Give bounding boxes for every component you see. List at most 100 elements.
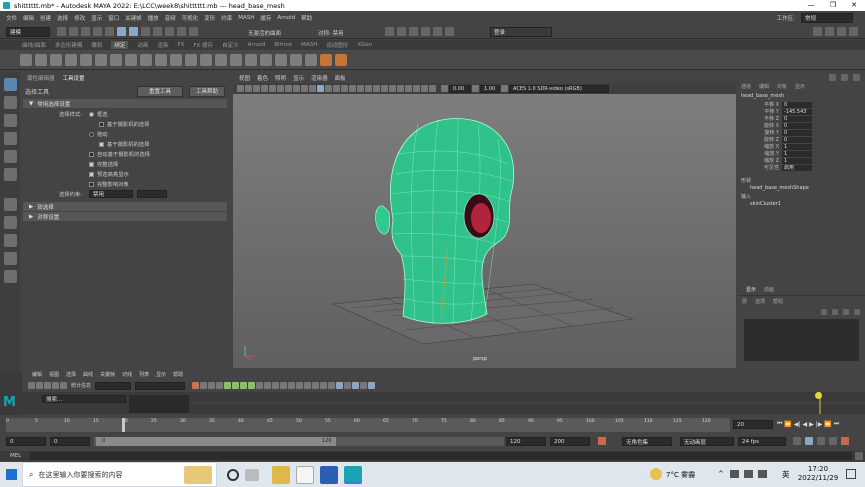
graph-editor-area[interactable]: 搜索... — [22, 392, 865, 414]
flat-tangent-icon[interactable] — [248, 382, 256, 389]
step-forward-frame-icon[interactable]: |▶ — [816, 421, 823, 428]
safe-title-icon[interactable] — [309, 85, 316, 92]
paint-weights-icon[interactable] — [140, 53, 152, 66]
dope-sheet-icon[interactable] — [360, 382, 368, 389]
insert-key-icon[interactable] — [36, 382, 43, 389]
start-time-field[interactable]: 0 — [6, 437, 46, 446]
outliner-search-field[interactable]: 搜索... — [42, 395, 126, 403]
new-empty-layer-icon[interactable] — [843, 309, 849, 315]
range-slider-track[interactable]: 0 120 — [94, 437, 504, 446]
plateau-tangent-icon[interactable] — [264, 382, 272, 389]
anim-layer-dropdown[interactable]: 无动画层 — [680, 437, 734, 446]
range-slider-bar[interactable]: 0 — [96, 437, 336, 446]
attr-row[interactable]: 缩放 X1 — [738, 143, 865, 150]
region-tool-icon[interactable] — [52, 382, 59, 389]
modeling-toolkit-icon[interactable] — [813, 27, 822, 36]
notification-icon[interactable] — [846, 469, 856, 479]
menu-file[interactable]: 文件 — [6, 14, 17, 22]
ge-menu-tangents[interactable]: 切线 — [122, 371, 132, 379]
full-select-checkbox[interactable] — [89, 161, 94, 167]
shelf-tab-xgen[interactable]: XGen — [357, 42, 372, 48]
multisample-icon[interactable] — [389, 85, 396, 92]
move-layer-down-icon[interactable] — [832, 309, 838, 315]
network-icon[interactable] — [730, 470, 739, 478]
save-scene-icon[interactable] — [81, 27, 90, 36]
normalize-icon[interactable] — [336, 382, 344, 389]
login-button[interactable]: 登录 — [490, 27, 552, 37]
channel-menu-show[interactable]: 显示 — [795, 83, 805, 90]
clamped-tangent-icon[interactable] — [232, 382, 240, 389]
infinity-icon[interactable] — [352, 382, 360, 389]
textured-icon[interactable] — [349, 85, 356, 92]
smooth-shade-icon[interactable] — [325, 85, 332, 92]
tab-tool-settings[interactable]: 工具设置 — [63, 74, 85, 82]
humanik-icon[interactable] — [95, 53, 107, 66]
ge-menu-show[interactable]: 显示 — [156, 371, 166, 379]
render-view-icon[interactable] — [433, 27, 442, 36]
camera-attr-icon[interactable] — [237, 85, 244, 92]
gamma-icon[interactable] — [472, 85, 479, 92]
cortana-icon[interactable] — [227, 468, 239, 481]
gamma-field[interactable]: 1.00 — [480, 84, 500, 93]
script-editor-icon[interactable] — [855, 452, 863, 460]
menu-edit[interactable]: 编辑 — [23, 14, 34, 22]
vp-menu-lighting[interactable]: 照明 — [275, 74, 286, 82]
break-tangent-icon[interactable] — [280, 382, 288, 389]
ge-menu-edit[interactable]: 编辑 — [32, 371, 42, 379]
aim-constraint-icon[interactable] — [230, 53, 242, 66]
camera-based-checkbox-1[interactable] — [99, 121, 104, 127]
stats-field-1[interactable] — [95, 381, 132, 390]
parent-constraint-icon[interactable] — [260, 53, 272, 66]
create-joint-icon[interactable] — [20, 53, 32, 66]
section-soft-selection[interactable]: ▶ 软选择 — [23, 202, 227, 211]
channel-box-toggle-icon[interactable] — [829, 74, 836, 81]
shelf-tab-poly[interactable]: 多边形建模 — [55, 41, 83, 49]
vp-menu-shading[interactable]: 着色 — [257, 74, 268, 82]
menu-mash[interactable]: MASH — [238, 15, 254, 21]
measure-icon[interactable] — [335, 53, 347, 66]
auto-key-icon[interactable] — [598, 437, 606, 445]
pole-vector-icon[interactable] — [290, 53, 302, 66]
shelf-tab-mash[interactable]: MASH — [301, 42, 317, 48]
bind-skin-icon[interactable] — [125, 53, 137, 66]
rotate-tool-icon[interactable] — [3, 150, 17, 163]
render-frame-icon[interactable] — [385, 27, 394, 36]
gate-mask-icon[interactable] — [285, 85, 292, 92]
wireframe-icon[interactable] — [317, 85, 324, 92]
loop-icon[interactable] — [793, 437, 801, 445]
single-view-icon[interactable] — [3, 198, 17, 211]
default-material-icon[interactable] — [333, 85, 340, 92]
select-object-icon[interactable] — [129, 27, 138, 36]
taskbar-clock[interactable]: 17:20 2022/11/29 — [797, 465, 839, 483]
attr-row[interactable]: 缩放 Y1 — [738, 150, 865, 157]
time-slider[interactable]: 0 5 10 15 20 25 30 35 40 45 50 55 60 65 … — [0, 416, 865, 435]
play-backward-icon[interactable]: ◀ — [803, 421, 808, 428]
task-view-icon[interactable] — [245, 468, 259, 481]
menu-arnold[interactable]: Arnold — [277, 15, 295, 21]
menu-set-dropdown[interactable]: 建模 — [6, 27, 50, 37]
auto-camera-checkbox[interactable] — [89, 151, 94, 157]
move-layer-up-icon[interactable] — [821, 309, 827, 315]
windows-start-icon[interactable] — [6, 469, 17, 480]
orient-constraint-icon[interactable] — [245, 53, 257, 66]
time-slider-playhead[interactable] — [122, 418, 125, 432]
channel-menu-edit[interactable]: 编辑 — [759, 83, 769, 90]
preselect-highlight-checkbox[interactable] — [89, 171, 94, 177]
lasso-tool-icon[interactable] — [3, 96, 17, 109]
unify-tangent-icon[interactable] — [288, 382, 296, 389]
attr-row[interactable]: 旋转 X0 — [738, 122, 865, 129]
minimize-button[interactable]: — — [800, 0, 822, 11]
attr-row[interactable]: 可见性 启用 — [738, 164, 865, 171]
workspace-dropdown[interactable]: 常规 — [801, 12, 853, 23]
hypershade-icon[interactable] — [421, 27, 430, 36]
input-node-name[interactable]: skinCluster1 — [738, 201, 865, 207]
layer-menu-help[interactable]: 帮助 — [773, 298, 783, 305]
select-component-icon[interactable] — [141, 27, 150, 36]
tray-chevron-icon[interactable]: ^ — [718, 470, 724, 478]
section-symmetry[interactable]: ▶ 对称设置 — [23, 212, 227, 221]
frame-all-icon[interactable] — [208, 382, 216, 389]
ge-menu-curves[interactable]: 曲线 — [83, 371, 93, 379]
motion-blur-icon[interactable] — [381, 85, 388, 92]
file-explorer-icon[interactable] — [272, 465, 290, 484]
channel-menu-object[interactable]: 对象 — [777, 83, 787, 90]
